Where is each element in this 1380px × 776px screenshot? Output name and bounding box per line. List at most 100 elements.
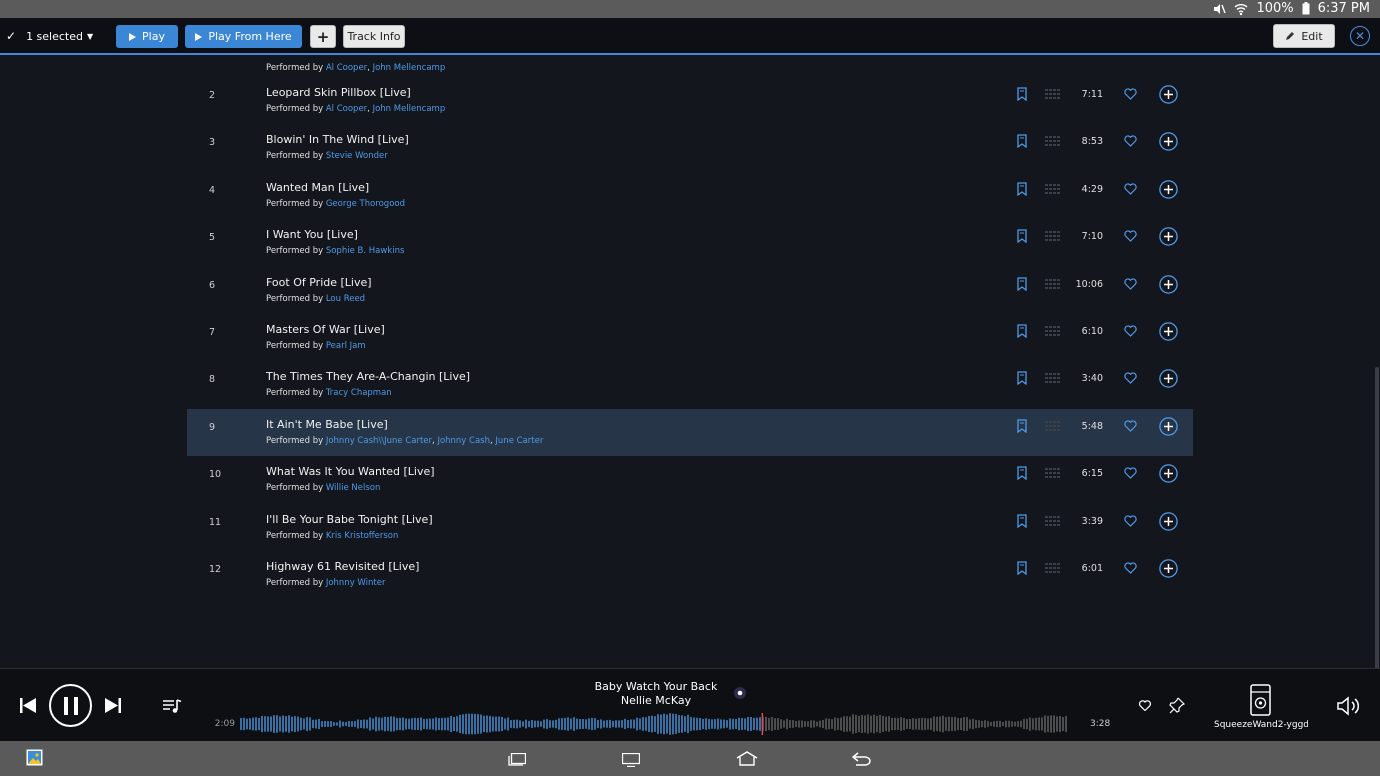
bookmark-icon[interactable] — [1015, 419, 1029, 433]
heart-icon[interactable] — [1139, 700, 1151, 711]
add-button[interactable]: + — [310, 25, 336, 48]
edit-button[interactable]: Edit — [1273, 24, 1335, 48]
heart-icon[interactable] — [1124, 88, 1137, 100]
artist-link[interactable]: George Thorogood — [326, 199, 405, 209]
artist-link[interactable]: Willie Nelson — [326, 483, 381, 493]
bookmark-icon[interactable] — [1015, 229, 1029, 244]
total-time: 3:28 — [1090, 719, 1111, 729]
pause-button[interactable] — [49, 684, 92, 727]
heart-icon[interactable] — [1124, 135, 1137, 148]
track-info-button[interactable]: Track Info — [343, 25, 405, 48]
bookmark-icon[interactable] — [1015, 87, 1029, 101]
close-selection-button[interactable]: ✕ — [1350, 26, 1370, 46]
queue-grid-icon[interactable] — [1045, 420, 1060, 431]
artist-link[interactable]: Tracy Chapman — [326, 388, 392, 398]
bookmark-icon[interactable] — [1015, 513, 1029, 528]
home-icon[interactable] — [736, 751, 758, 766]
heart-icon[interactable] — [1124, 230, 1137, 243]
queue-grid-icon[interactable] — [1045, 89, 1060, 99]
bookmark-icon[interactable] — [1015, 134, 1029, 149]
desktop-icon[interactable] — [622, 753, 640, 767]
queue-grid-icon[interactable] — [1045, 515, 1060, 526]
queue-grid-icon[interactable] — [1045, 468, 1060, 479]
table-row[interactable]: 9 It Ain't Me Babe [Live] Performed by J… — [187, 408, 1193, 456]
track-number: 12 — [209, 564, 222, 575]
artist-link[interactable]: Johnny Winter — [326, 578, 386, 588]
bookmark-icon[interactable] — [1015, 324, 1029, 338]
artist-link[interactable]: Al Cooper — [326, 63, 367, 73]
table-row[interactable]: 7 Masters Of War [Live] Performed by Pea… — [187, 314, 1193, 361]
heart-icon[interactable] — [1124, 372, 1137, 385]
queue-grid-icon[interactable] — [1045, 326, 1060, 336]
artist-link[interactable]: Johnny Cash\\June Carter — [326, 436, 432, 446]
add-circle-icon[interactable] — [1159, 417, 1178, 436]
bookmark-icon[interactable] — [1015, 466, 1029, 481]
table-row[interactable]: 5 I Want You [Live] Performed by Sophie … — [187, 219, 1193, 266]
table-row[interactable]: 12 Highway 61 Revisited [Live] Performed… — [187, 551, 1193, 598]
heart-icon[interactable] — [1124, 514, 1137, 527]
table-row[interactable]: 2 Leopard Skin Pillbox [Live] Performed … — [187, 77, 1193, 124]
table-row[interactable]: 11 I'll Be Your Babe Tonight [Live] Perf… — [187, 504, 1193, 551]
add-circle-icon[interactable] — [1159, 85, 1178, 104]
artist-link[interactable]: June Carter — [495, 436, 543, 446]
table-row[interactable]: 8 The Times They Are-A-Changin [Live] Pe… — [187, 361, 1193, 408]
artist-link[interactable]: Sophie B. Hawkins — [326, 246, 405, 256]
add-circle-icon[interactable] — [1159, 322, 1178, 341]
artist-link[interactable]: John Mellencamp — [373, 63, 446, 73]
artist-link[interactable]: Stevie Wonder — [326, 151, 388, 161]
speaker-device-icon[interactable] — [1250, 684, 1271, 716]
next-icon[interactable] — [105, 698, 121, 713]
scrollbar[interactable] — [1375, 367, 1379, 668]
play-from-here-button[interactable]: Play From Here — [185, 25, 302, 48]
heart-icon[interactable] — [1124, 183, 1137, 195]
table-row[interactable]: 4 Wanted Man [Live] Performed by George … — [187, 172, 1193, 219]
bookmark-icon[interactable] — [1015, 276, 1029, 291]
artist-link[interactable]: Kris Kristofferson — [326, 531, 399, 541]
recent-apps-icon[interactable] — [508, 753, 526, 766]
track-title: What Was It You Wanted [Live] — [266, 465, 435, 479]
track-number: 3 — [209, 137, 216, 149]
add-circle-icon[interactable] — [1159, 132, 1178, 152]
waveform-seek-bar[interactable] — [240, 713, 1068, 735]
add-circle-icon[interactable] — [1159, 559, 1178, 578]
heart-icon[interactable] — [1124, 420, 1137, 432]
add-circle-icon[interactable] — [1159, 464, 1178, 483]
add-circle-icon[interactable] — [1159, 227, 1178, 246]
artist-link[interactable]: Johnny Cash — [437, 436, 490, 446]
add-circle-icon[interactable] — [1159, 180, 1178, 199]
bookmark-icon[interactable] — [1015, 182, 1029, 196]
queue-grid-icon[interactable] — [1045, 563, 1060, 573]
gallery-icon[interactable] — [26, 749, 43, 766]
queue-grid-icon[interactable] — [1045, 231, 1060, 242]
device-name[interactable]: SqueezeWand2-yggdr — [1214, 720, 1308, 730]
heart-icon[interactable] — [1124, 467, 1137, 480]
heart-icon[interactable] — [1124, 562, 1137, 574]
artist-link[interactable]: Lou Reed — [326, 294, 365, 304]
track-title: Highway 61 Revisited [Live] — [266, 560, 420, 573]
artist-link[interactable]: Al Cooper — [326, 104, 367, 114]
back-icon[interactable] — [852, 752, 872, 766]
mute-icon — [1214, 3, 1227, 14]
pin-icon[interactable] — [1169, 697, 1185, 714]
queue-grid-icon[interactable] — [1045, 136, 1060, 147]
table-row[interactable]: 3 Blowin' In The Wind [Live] Performed b… — [187, 124, 1193, 171]
add-circle-icon[interactable] — [1159, 274, 1178, 294]
play-button[interactable]: Play — [116, 25, 178, 48]
playlist-icon[interactable] — [162, 698, 182, 714]
add-circle-icon[interactable] — [1159, 369, 1178, 389]
previous-icon[interactable] — [20, 698, 36, 713]
table-row[interactable]: 6 Foot Of Pride [Live] Performed by Lou … — [187, 267, 1193, 314]
artist-link[interactable]: John Mellencamp — [373, 104, 446, 114]
heart-icon[interactable] — [1124, 325, 1137, 337]
add-circle-icon[interactable] — [1159, 511, 1178, 531]
volume-icon[interactable] — [1337, 696, 1359, 716]
selection-dropdown[interactable]: ✓ 1 selected ▼ — [6, 29, 93, 43]
table-row[interactable]: 10 What Was It You Wanted [Live] Perform… — [187, 456, 1193, 503]
queue-grid-icon[interactable] — [1045, 278, 1060, 289]
artist-link[interactable]: Pearl Jam — [326, 341, 366, 351]
bookmark-icon[interactable] — [1015, 371, 1029, 386]
heart-icon[interactable] — [1124, 277, 1137, 290]
queue-grid-icon[interactable] — [1045, 183, 1060, 194]
bookmark-icon[interactable] — [1015, 561, 1029, 575]
queue-grid-icon[interactable] — [1045, 373, 1060, 384]
